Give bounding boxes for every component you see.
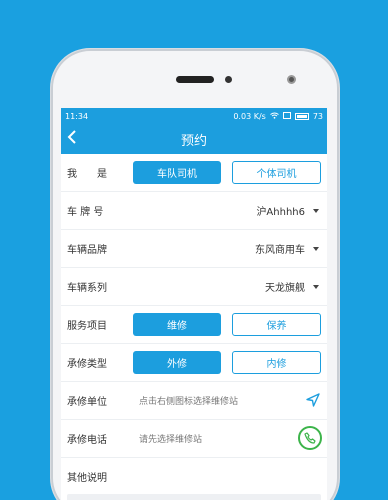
brand-value: 东风商用车 <box>255 245 305 256</box>
series-row[interactable]: 车辆系列 天龙旗舰 <box>61 268 327 306</box>
service-label: 服务项目 <box>67 321 107 332</box>
network-speed: 0.03 K/s <box>233 112 266 121</box>
phone-call-icon[interactable] <box>298 426 322 450</box>
repair-unit-placeholder[interactable]: 点击右侧图标选择维修站 <box>139 394 238 407</box>
repair-unit-label: 承修单位 <box>67 397 107 408</box>
status-time: 11:34 <box>65 112 89 121</box>
battery-icon <box>294 113 309 120</box>
series-value: 天龙旗舰 <box>265 283 305 294</box>
repair-type-label: 承修类型 <box>67 359 107 370</box>
internal-repair-button[interactable]: 内修 <box>232 351 321 374</box>
wifi-icon <box>270 112 279 121</box>
chevron-down-icon <box>313 208 319 213</box>
repair-phone-placeholder: 请先选择维修站 <box>139 435 203 445</box>
brand-row[interactable]: 车辆品牌 东风商用车 <box>61 230 327 268</box>
series-select[interactable]: 天龙旗舰 <box>265 279 319 294</box>
front-camera <box>287 75 296 84</box>
notes-textarea[interactable] <box>67 494 321 500</box>
external-repair-button[interactable]: 外修 <box>133 351 221 374</box>
back-arrow-icon[interactable] <box>67 129 77 149</box>
maintenance-button[interactable]: 保养 <box>232 313 321 336</box>
chevron-down-icon <box>313 284 319 289</box>
plate-label: 车 牌 号 <box>67 207 104 218</box>
notes-label: 其他说明 <box>67 472 107 484</box>
repair-phone-row: 承修电话 请先选择维修站 <box>61 420 327 458</box>
role-row: 我 是 车队司机 个体司机 <box>61 154 327 192</box>
repair-type-row: 承修类型 外修 内修 <box>61 344 327 382</box>
brand-label: 车辆品牌 <box>67 245 107 256</box>
repair-unit-row: 承修单位 点击右侧图标选择维修站 <box>61 382 327 420</box>
repair-phone-label: 承修电话 <box>67 435 107 446</box>
series-label: 车辆系列 <box>67 283 107 294</box>
plate-select[interactable]: 沪Ahhhh6 <box>256 203 319 218</box>
sensor-dot <box>225 76 232 83</box>
status-bar: 11:34 0.03 K/s 73 <box>61 108 327 125</box>
brand-select[interactable]: 东风商用车 <box>255 241 319 256</box>
chevron-down-icon <box>313 246 319 251</box>
fleet-driver-button[interactable]: 车队司机 <box>133 161 221 184</box>
screen-icon <box>282 112 291 121</box>
page-title: 预约 <box>180 134 207 149</box>
repair-button[interactable]: 维修 <box>133 313 221 336</box>
role-label: 我 是 <box>67 169 107 180</box>
top-navbar: 预约 <box>61 125 327 154</box>
plate-value: 沪Ahhhh6 <box>256 207 305 218</box>
plate-row[interactable]: 车 牌 号 沪Ahhhh6 <box>61 192 327 230</box>
battery-level: 73 <box>312 112 323 121</box>
app-screen: 11:34 0.03 K/s 73 预约 我 是 车队司机 个体司机 车 牌 号… <box>61 108 327 500</box>
location-arrow-icon[interactable] <box>305 392 321 412</box>
service-row: 服务项目 维修 保养 <box>61 306 327 344</box>
individual-driver-button[interactable]: 个体司机 <box>232 161 321 184</box>
speaker-grille <box>176 76 214 83</box>
